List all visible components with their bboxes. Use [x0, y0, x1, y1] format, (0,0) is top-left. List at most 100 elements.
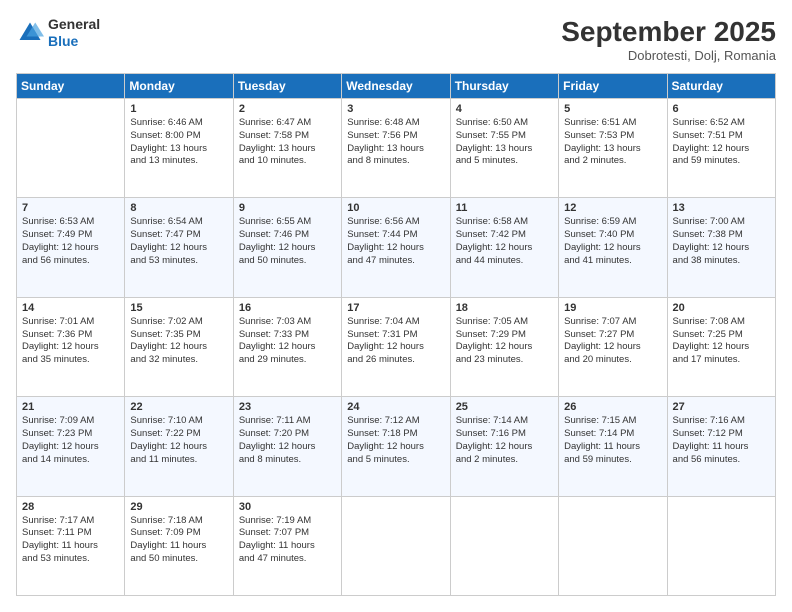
calendar-cell: 24 Sunrise: 7:12 AM Sunset: 7:18 PM Dayli… — [342, 397, 450, 496]
calendar-cell: 13 Sunrise: 7:00 AM Sunset: 7:38 PM Dayli… — [667, 198, 775, 297]
day-info: Sunrise: 7:14 AM Sunset: 7:16 PM Dayligh… — [456, 415, 553, 466]
day-info: Sunrise: 6:47 AM Sunset: 7:58 PM Dayligh… — [239, 117, 336, 168]
week-row-4: 28Sunrise: 7:17 AM Sunset: 7:11 PM Dayli… — [17, 496, 776, 595]
calendar-cell — [450, 496, 558, 595]
calendar-cell: 22 Sunrise: 7:10 AM Sunset: 7:22 PM Dayli… — [125, 397, 233, 496]
day-number: 23 — [239, 401, 336, 413]
calendar-cell: 27 Sunrise: 7:16 AM Sunset: 7:12 PM Dayli… — [667, 397, 775, 496]
calendar-cell: 5 Sunrise: 6:51 AM Sunset: 7:53 PM Daylig… — [559, 99, 667, 198]
calendar-cell — [559, 496, 667, 595]
day-number: 28 — [22, 501, 119, 513]
day-info: Sunrise: 6:52 AM Sunset: 7:51 PM Dayligh… — [673, 117, 770, 168]
day-info: Sunrise: 7:07 AM Sunset: 7:27 PM Dayligh… — [564, 316, 661, 367]
day-number: 21 — [22, 401, 119, 413]
day-info: Sunrise: 7:04 AM Sunset: 7:31 PM Dayligh… — [347, 316, 444, 367]
day-info: Sunrise: 6:55 AM Sunset: 7:46 PM Dayligh… — [239, 216, 336, 267]
day-number: 1 — [130, 103, 227, 115]
day-number: 30 — [239, 501, 336, 513]
calendar-cell: 6 Sunrise: 6:52 AM Sunset: 7:51 PM Daylig… — [667, 99, 775, 198]
calendar-cell: 10Sunrise: 6:56 AM Sunset: 7:44 PM Dayli… — [342, 198, 450, 297]
day-info: Sunrise: 6:58 AM Sunset: 7:42 PM Dayligh… — [456, 216, 553, 267]
day-info: Sunrise: 6:46 AM Sunset: 8:00 PM Dayligh… — [130, 117, 227, 168]
header-cell-tuesday: Tuesday — [233, 74, 341, 99]
day-info: Sunrise: 6:59 AM Sunset: 7:40 PM Dayligh… — [564, 216, 661, 267]
calendar-cell — [667, 496, 775, 595]
week-row-3: 21 Sunrise: 7:09 AM Sunset: 7:23 PM Dayli… — [17, 397, 776, 496]
logo-icon — [16, 19, 44, 47]
title-block: September 2025 Dobrotesti, Dolj, Romania — [561, 16, 776, 63]
header: General Blue September 2025 Dobrotesti, … — [16, 16, 776, 63]
day-info: Sunrise: 7:10 AM Sunset: 7:22 PM Dayligh… — [130, 415, 227, 466]
week-row-2: 14 Sunrise: 7:01 AM Sunset: 7:36 PM Dayli… — [17, 297, 776, 396]
day-number: 26 — [564, 401, 661, 413]
calendar-cell: 14 Sunrise: 7:01 AM Sunset: 7:36 PM Dayli… — [17, 297, 125, 396]
header-cell-friday: Friday — [559, 74, 667, 99]
week-row-1: 7Sunrise: 6:53 AM Sunset: 7:49 PM Daylig… — [17, 198, 776, 297]
calendar-cell: 30 Sunrise: 7:19 AM Sunset: 7:07 PM Dayli… — [233, 496, 341, 595]
day-info: Sunrise: 7:19 AM Sunset: 7:07 PM Dayligh… — [239, 515, 336, 566]
day-number: 24 — [347, 401, 444, 413]
day-number: 27 — [673, 401, 770, 413]
header-cell-sunday: Sunday — [17, 74, 125, 99]
calendar-cell — [17, 99, 125, 198]
day-info: Sunrise: 6:48 AM Sunset: 7:56 PM Dayligh… — [347, 117, 444, 168]
day-number: 6 — [673, 103, 770, 115]
day-info: Sunrise: 6:51 AM Sunset: 7:53 PM Dayligh… — [564, 117, 661, 168]
day-number: 22 — [130, 401, 227, 413]
calendar-cell: 8Sunrise: 6:54 AM Sunset: 7:47 PM Daylig… — [125, 198, 233, 297]
day-number: 17 — [347, 302, 444, 314]
calendar-cell: 12 Sunrise: 6:59 AM Sunset: 7:40 PM Dayli… — [559, 198, 667, 297]
calendar-cell: 18 Sunrise: 7:05 AM Sunset: 7:29 PM Dayli… — [450, 297, 558, 396]
day-info: Sunrise: 7:02 AM Sunset: 7:35 PM Dayligh… — [130, 316, 227, 367]
day-number: 8 — [130, 202, 227, 214]
day-info: Sunrise: 7:09 AM Sunset: 7:23 PM Dayligh… — [22, 415, 119, 466]
calendar-cell — [342, 496, 450, 595]
day-number: 18 — [456, 302, 553, 314]
day-number: 13 — [673, 202, 770, 214]
day-info: Sunrise: 7:03 AM Sunset: 7:33 PM Dayligh… — [239, 316, 336, 367]
day-info: Sunrise: 7:16 AM Sunset: 7:12 PM Dayligh… — [673, 415, 770, 466]
subtitle: Dobrotesti, Dolj, Romania — [561, 48, 776, 63]
logo-text: General Blue — [48, 16, 100, 50]
calendar-cell: 2 Sunrise: 6:47 AM Sunset: 7:58 PM Daylig… — [233, 99, 341, 198]
calendar-cell: 11 Sunrise: 6:58 AM Sunset: 7:42 PM Dayli… — [450, 198, 558, 297]
header-cell-wednesday: Wednesday — [342, 74, 450, 99]
calendar-cell: 26 Sunrise: 7:15 AM Sunset: 7:14 PM Dayli… — [559, 397, 667, 496]
day-info: Sunrise: 7:05 AM Sunset: 7:29 PM Dayligh… — [456, 316, 553, 367]
calendar-cell: 9 Sunrise: 6:55 AM Sunset: 7:46 PM Daylig… — [233, 198, 341, 297]
calendar-cell: 15Sunrise: 7:02 AM Sunset: 7:35 PM Dayli… — [125, 297, 233, 396]
day-number: 9 — [239, 202, 336, 214]
day-info: Sunrise: 7:00 AM Sunset: 7:38 PM Dayligh… — [673, 216, 770, 267]
calendar-cell: 4Sunrise: 6:50 AM Sunset: 7:55 PM Daylig… — [450, 99, 558, 198]
calendar-table: SundayMondayTuesdayWednesdayThursdayFrid… — [16, 73, 776, 596]
calendar-cell: 19Sunrise: 7:07 AM Sunset: 7:27 PM Dayli… — [559, 297, 667, 396]
header-cell-saturday: Saturday — [667, 74, 775, 99]
week-row-0: 1 Sunrise: 6:46 AM Sunset: 8:00 PM Daylig… — [17, 99, 776, 198]
day-number: 12 — [564, 202, 661, 214]
calendar-cell: 25 Sunrise: 7:14 AM Sunset: 7:16 PM Dayli… — [450, 397, 558, 496]
day-number: 25 — [456, 401, 553, 413]
day-number: 20 — [673, 302, 770, 314]
calendar-cell: 28Sunrise: 7:17 AM Sunset: 7:11 PM Dayli… — [17, 496, 125, 595]
calendar-cell: 3 Sunrise: 6:48 AM Sunset: 7:56 PM Daylig… — [342, 99, 450, 198]
calendar-cell: 17 Sunrise: 7:04 AM Sunset: 7:31 PM Dayli… — [342, 297, 450, 396]
day-info: Sunrise: 7:12 AM Sunset: 7:18 PM Dayligh… — [347, 415, 444, 466]
calendar-cell: 7Sunrise: 6:53 AM Sunset: 7:49 PM Daylig… — [17, 198, 125, 297]
day-info: Sunrise: 7:15 AM Sunset: 7:14 PM Dayligh… — [564, 415, 661, 466]
day-number: 16 — [239, 302, 336, 314]
day-number: 11 — [456, 202, 553, 214]
day-number: 10 — [347, 202, 444, 214]
day-info: Sunrise: 7:08 AM Sunset: 7:25 PM Dayligh… — [673, 316, 770, 367]
header-cell-monday: Monday — [125, 74, 233, 99]
day-number: 2 — [239, 103, 336, 115]
calendar-cell: 20 Sunrise: 7:08 AM Sunset: 7:25 PM Dayli… — [667, 297, 775, 396]
calendar-cell: 21 Sunrise: 7:09 AM Sunset: 7:23 PM Dayli… — [17, 397, 125, 496]
header-cell-thursday: Thursday — [450, 74, 558, 99]
day-number: 14 — [22, 302, 119, 314]
day-info: Sunrise: 7:01 AM Sunset: 7:36 PM Dayligh… — [22, 316, 119, 367]
day-number: 3 — [347, 103, 444, 115]
day-info: Sunrise: 7:18 AM Sunset: 7:09 PM Dayligh… — [130, 515, 227, 566]
day-number: 5 — [564, 103, 661, 115]
header-row: SundayMondayTuesdayWednesdayThursdayFrid… — [17, 74, 776, 99]
day-number: 29 — [130, 501, 227, 513]
